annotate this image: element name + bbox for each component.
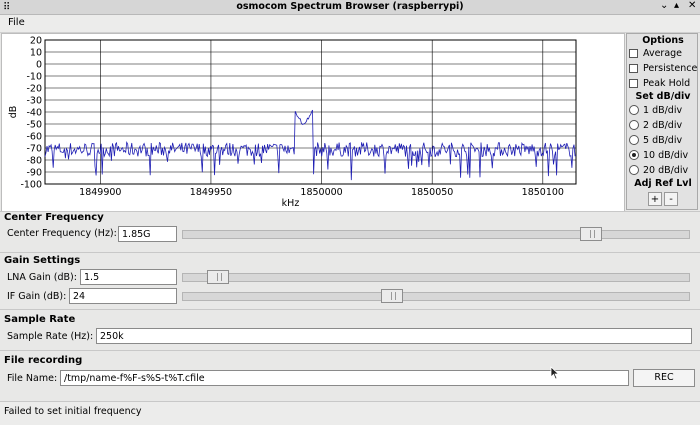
radio-2-label: 2 dB/div — [643, 119, 683, 131]
x-tick-label: 1850100 — [522, 187, 564, 198]
separator — [0, 252, 700, 253]
y-tick-label: -60 — [26, 131, 42, 142]
y-tick-label: -40 — [26, 107, 42, 118]
separator — [0, 350, 700, 351]
if-gain-slider-thumb[interactable] — [381, 289, 403, 303]
radio-5-db-div[interactable]: 5 dB/div — [629, 133, 682, 147]
radio-20-label: 20 dB/div — [643, 164, 689, 176]
if-gain-label: IF Gain (dB): — [7, 291, 67, 302]
center-frequency-slider-thumb[interactable] — [580, 227, 602, 241]
y-axis-label: dB — [8, 106, 19, 119]
mouse-cursor-icon — [550, 366, 560, 380]
radio-10-db-div[interactable]: 10 dB/div — [629, 148, 688, 162]
center-frequency-title: Center Frequency — [4, 212, 104, 223]
center-frequency-slider[interactable] — [182, 227, 690, 241]
minimize-icon[interactable]: ⌄ — [660, 0, 668, 11]
y-tick-label: -50 — [26, 119, 42, 130]
file-recording-title: File recording — [4, 355, 83, 366]
if-gain-input[interactable]: 24 — [69, 288, 177, 304]
rec-button[interactable]: REC — [633, 369, 695, 387]
x-tick-label: 1849950 — [190, 187, 232, 198]
radio-1-db-div[interactable]: 1 dB/div — [629, 103, 682, 117]
spectrum-plot[interactable]: 20 10 0 -10 -20 -30 -40 -50 -60 -70 -80 -90 -100 1849… — [1, 33, 625, 212]
sample-rate-title: Sample Rate — [4, 314, 76, 325]
radio-10-label: 10 dB/div — [643, 149, 689, 161]
radio-dot[interactable] — [629, 105, 639, 115]
y-tick-label: 20 — [30, 35, 42, 46]
radio-20-db-div[interactable]: 20 dB/div — [629, 163, 688, 177]
radio-dot[interactable] — [629, 120, 639, 130]
if-gain-slider[interactable] — [182, 289, 690, 303]
lna-gain-slider[interactable] — [182, 270, 690, 284]
sample-rate-label: Sample Rate (Hz): — [7, 331, 94, 342]
options-panel: Options Average Persistence Peak Hold Se… — [626, 33, 698, 210]
y-tick-label: -80 — [26, 155, 42, 166]
lna-gain-slider-thumb[interactable] — [207, 270, 229, 284]
y-tick-label: -70 — [26, 143, 42, 154]
options-header: Options — [642, 35, 684, 46]
y-tick-label: -30 — [26, 95, 42, 106]
y-tick-label: -20 — [26, 83, 42, 94]
y-tick-label: -100 — [20, 179, 42, 190]
checkbox-box[interactable] — [629, 48, 638, 58]
separator — [0, 309, 700, 310]
sample-rate-input[interactable]: 250k — [96, 328, 692, 344]
y-tick-label: -10 — [26, 71, 42, 82]
y-tick-label: 10 — [30, 47, 42, 58]
ref-level-down-button[interactable]: - — [664, 192, 678, 206]
menu-file[interactable]: File — [8, 17, 25, 28]
spectrum-chart[interactable]: 20100-10-20-30-40-50-60-70-80-90-100 1849… — [2, 34, 624, 211]
window-title: osmocom Spectrum Browser (raspberrypi) — [236, 1, 464, 12]
radio-dot[interactable] — [629, 135, 639, 145]
x-tick-label: 1850000 — [300, 187, 342, 198]
radio-dot[interactable] — [629, 165, 639, 175]
peak-hold-label: Peak Hold — [643, 77, 691, 89]
average-label: Average — [643, 47, 683, 59]
separator — [0, 211, 700, 212]
set-db-div-header: Set dB/div — [635, 91, 691, 102]
x-tick-label: 1850050 — [411, 187, 453, 198]
x-axis-label: kHz — [282, 198, 300, 209]
file-name-label: File Name: — [7, 373, 58, 384]
checkbox-box[interactable] — [629, 78, 638, 88]
lna-gain-label: LNA Gain (dB): — [7, 272, 77, 283]
lna-gain-input[interactable]: 1.5 — [80, 269, 177, 285]
persistence-checkbox[interactable]: Persistence — [629, 61, 697, 75]
x-tick-label: 1849900 — [79, 187, 121, 198]
persistence-label: Persistence — [643, 62, 698, 74]
radio-1-label: 1 dB/div — [643, 104, 683, 116]
checkbox-box[interactable] — [629, 63, 638, 73]
center-frequency-label: Center Frequency (Hz): — [7, 228, 117, 239]
peak-hold-checkbox[interactable]: Peak Hold — [629, 76, 690, 90]
maximize-icon[interactable]: ▴ — [674, 0, 679, 11]
radio-dot-selected[interactable] — [629, 150, 639, 160]
status-text: Failed to set initial frequency — [4, 406, 142, 417]
file-name-input[interactable]: /tmp/name-f%F-s%S-t%T.cfile — [60, 370, 629, 386]
center-frequency-input[interactable]: 1.85G — [118, 226, 177, 242]
radio-5-label: 5 dB/div — [643, 134, 683, 146]
adj-ref-lvl-header: Adj Ref Lvl — [634, 178, 692, 189]
gain-settings-title: Gain Settings — [4, 255, 81, 266]
title-bar: ⠿ osmocom Spectrum Browser (raspberrypi)… — [0, 0, 700, 15]
close-icon[interactable]: ✕ — [688, 0, 696, 11]
y-tick-label: -90 — [26, 167, 42, 178]
status-bar: Failed to set initial frequency — [0, 401, 700, 425]
radio-2-db-div[interactable]: 2 dB/div — [629, 118, 682, 132]
y-tick-label: 0 — [36, 59, 42, 70]
ref-level-up-button[interactable]: + — [648, 192, 662, 206]
average-checkbox[interactable]: Average — [629, 46, 682, 60]
menu-bar: File — [0, 15, 700, 33]
